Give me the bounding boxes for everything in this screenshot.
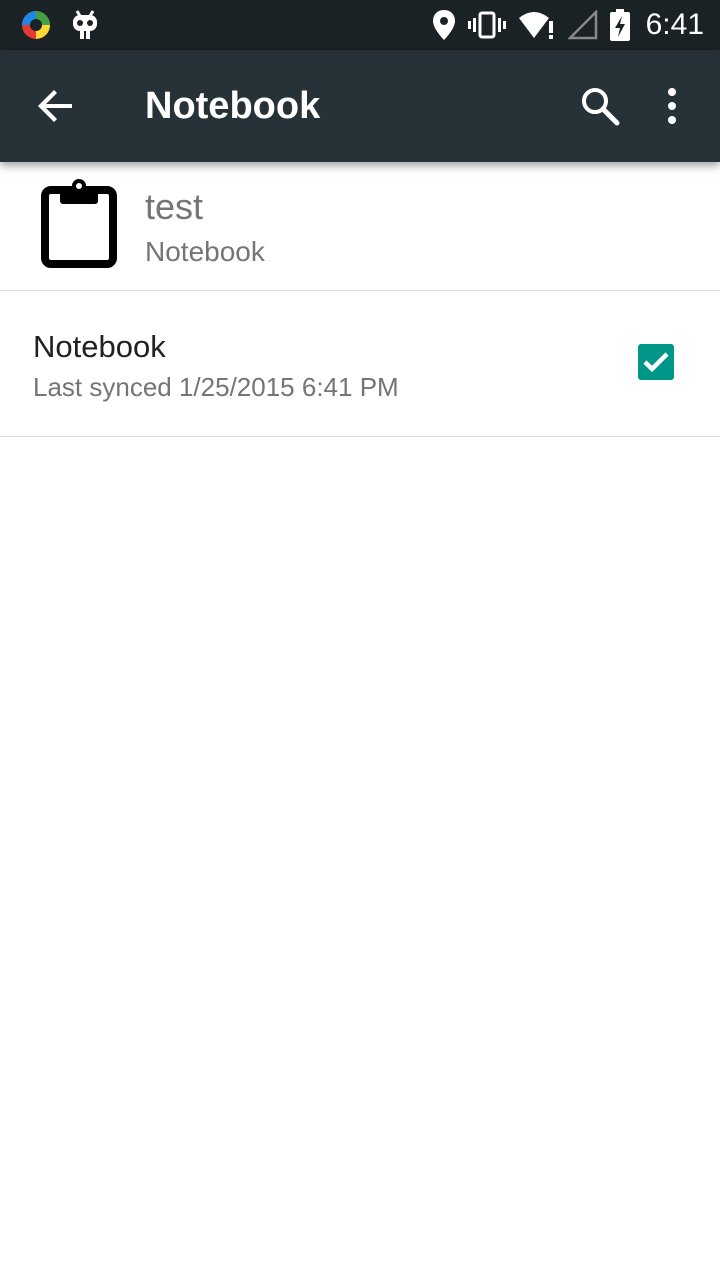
app-toolbar: Notebook xyxy=(0,50,720,162)
system-icons: 6:41 xyxy=(432,0,704,50)
account-header: test Notebook xyxy=(0,162,720,290)
account-type: Notebook xyxy=(145,236,265,267)
signal-icon xyxy=(567,10,597,40)
sync-checkbox[interactable] xyxy=(638,344,674,380)
sync-item-notebook[interactable]: Notebook Last synced 1/25/2015 6:41 PM xyxy=(0,291,720,435)
status-bar: 6:41 xyxy=(0,0,720,50)
app-launcher-icon xyxy=(22,11,50,39)
wifi-icon xyxy=(518,12,553,39)
clipboard-icon xyxy=(41,179,117,268)
search-icon[interactable] xyxy=(578,84,622,128)
vibrate-icon xyxy=(467,11,506,39)
divider xyxy=(0,436,720,437)
cyanogen-mascot-icon xyxy=(73,10,97,39)
battery-charging-icon xyxy=(609,9,630,41)
account-name: test xyxy=(145,186,204,227)
back-arrow-icon[interactable] xyxy=(34,84,78,128)
more-vert-icon[interactable] xyxy=(650,84,694,128)
sync-item-title: Notebook xyxy=(33,329,166,364)
sync-item-last-synced: Last synced 1/25/2015 6:41 PM xyxy=(33,372,399,402)
page-title: Notebook xyxy=(145,85,321,127)
notification-icons xyxy=(20,9,100,41)
status-time: 6:41 xyxy=(645,8,704,41)
location-icon xyxy=(432,10,455,40)
checkmark-icon xyxy=(643,352,669,373)
